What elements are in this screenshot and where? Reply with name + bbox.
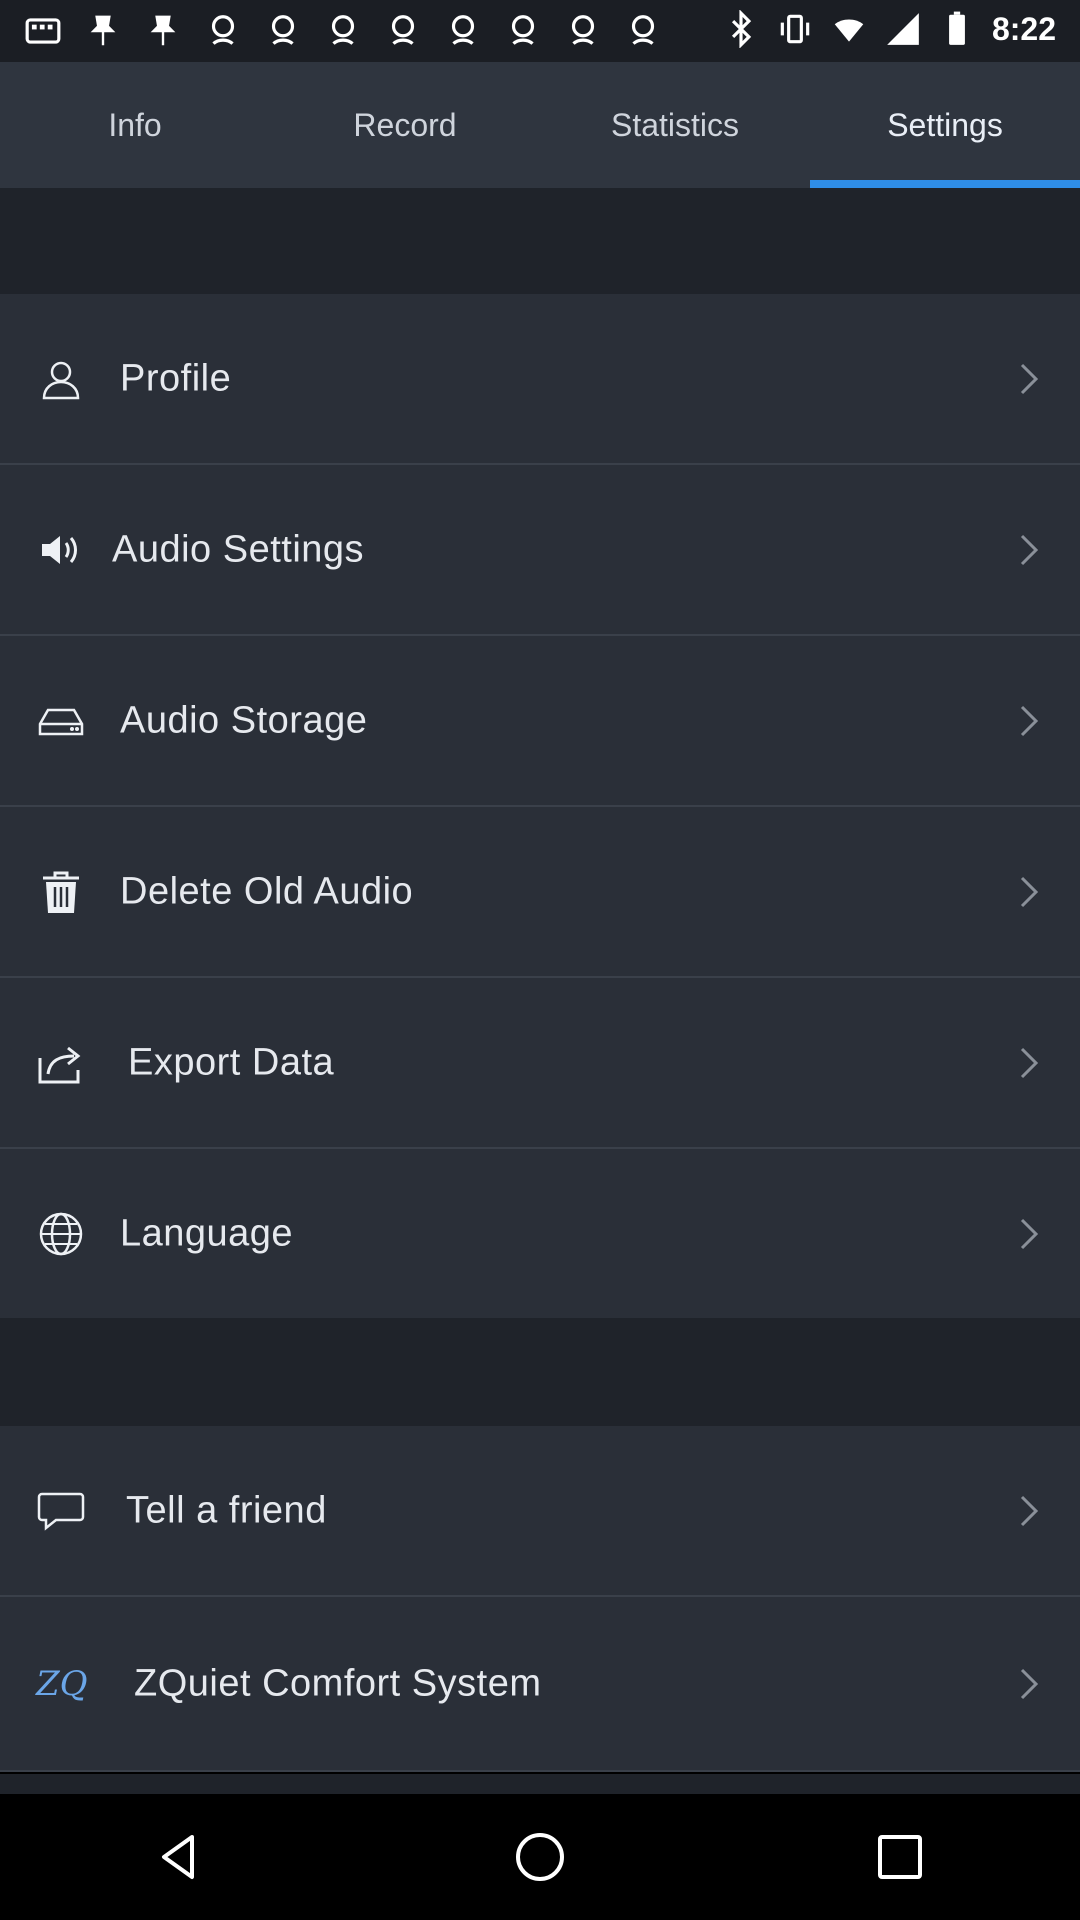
app-notification-icon xyxy=(504,12,542,50)
section-spacer xyxy=(0,1318,1080,1426)
settings-item-label: Audio Settings xyxy=(112,528,365,570)
app-notification-icon xyxy=(564,12,602,50)
app-notification-icon xyxy=(24,12,62,50)
settings-item-label: Language xyxy=(120,1212,294,1254)
nav-recents-button[interactable] xyxy=(865,1822,935,1892)
app-notification-icon xyxy=(264,12,302,50)
settings-item-label: Export Data xyxy=(128,1041,335,1083)
chevron-right-icon xyxy=(1016,701,1044,741)
settings-list: Profile Audio Settings Audio Storage Del… xyxy=(0,294,1080,1320)
settings-item-zquiet-comfort-system[interactable]: ZQ ZQuiet Comfort System xyxy=(0,1597,1080,1772)
app-notification-icon xyxy=(624,12,662,50)
tab-label: Statistics xyxy=(610,106,740,143)
settings-item-profile[interactable]: Profile xyxy=(0,294,1080,465)
system-nav-bar xyxy=(0,1794,1080,1920)
app-notification-icon xyxy=(324,12,362,50)
home-circle-icon xyxy=(516,1833,564,1881)
user-icon xyxy=(36,354,86,404)
zq-logo: ZQ xyxy=(36,1663,88,1704)
tab-label: Record xyxy=(353,106,457,143)
bluetooth-icon xyxy=(722,9,760,49)
tab-bar: Info Record Statistics Settings xyxy=(0,62,1080,188)
back-triangle-icon xyxy=(162,1835,194,1879)
settings-item-audio-settings[interactable]: Audio Settings xyxy=(0,465,1080,636)
tab-settings[interactable]: Settings xyxy=(810,62,1080,188)
chevron-right-icon xyxy=(1016,872,1044,912)
tab-record[interactable]: Record xyxy=(270,62,540,188)
share-icon xyxy=(36,1038,86,1088)
settings-item-language[interactable]: Language xyxy=(0,1149,1080,1320)
settings-list-secondary: Tell a friend ZQ ZQuiet Comfort System xyxy=(0,1426,1080,1772)
vibrate-icon xyxy=(776,10,814,48)
tab-statistics[interactable]: Statistics xyxy=(540,62,810,188)
battery-icon xyxy=(938,10,976,48)
tab-label: Settings xyxy=(887,106,1003,143)
status-icons: 8:22 xyxy=(722,9,1056,49)
chevron-right-icon xyxy=(1016,1664,1044,1704)
recents-square-icon xyxy=(878,1835,922,1879)
settings-item-tell-a-friend[interactable]: Tell a friend xyxy=(0,1426,1080,1597)
notification-icons xyxy=(24,12,662,50)
settings-item-label: Tell a friend xyxy=(126,1489,327,1531)
settings-item-export-data[interactable]: Export Data xyxy=(0,978,1080,1149)
list-bottom-edge xyxy=(0,1774,1080,1794)
tab-label: Info xyxy=(108,106,162,143)
chevron-right-icon xyxy=(1016,1214,1044,1254)
globe-icon xyxy=(36,1209,86,1259)
settings-item-audio-storage[interactable]: Audio Storage xyxy=(0,636,1080,807)
nav-back-button[interactable] xyxy=(145,1822,215,1892)
trash-icon xyxy=(36,867,86,917)
pin-notification-icon xyxy=(144,12,182,50)
wifi-icon xyxy=(830,10,868,48)
chevron-right-icon xyxy=(1016,359,1044,399)
storage-icon xyxy=(36,696,86,746)
status-time: 8:22 xyxy=(991,10,1056,47)
chevron-right-icon xyxy=(1016,1491,1044,1531)
signal-icon xyxy=(884,10,922,48)
chat-icon xyxy=(36,1486,86,1536)
app-notification-icon xyxy=(444,12,482,50)
status-bar: 8:22 xyxy=(0,0,1080,62)
app-notification-icon xyxy=(204,12,242,50)
settings-item-label: Delete Old Audio xyxy=(120,870,414,912)
settings-item-label: Profile xyxy=(120,357,232,399)
pin-notification-icon xyxy=(84,12,122,50)
section-spacer xyxy=(0,188,1080,294)
app-notification-icon xyxy=(384,12,422,50)
chevron-right-icon xyxy=(1016,1043,1044,1083)
tab-info[interactable]: Info xyxy=(0,62,270,188)
nav-home-button[interactable] xyxy=(505,1822,575,1892)
settings-item-delete-old-audio[interactable]: Delete Old Audio xyxy=(0,807,1080,978)
speaker-icon xyxy=(36,525,86,575)
settings-item-label: Audio Storage xyxy=(120,699,368,741)
settings-item-label: ZQuiet Comfort System xyxy=(134,1662,542,1704)
chevron-right-icon xyxy=(1016,530,1044,570)
